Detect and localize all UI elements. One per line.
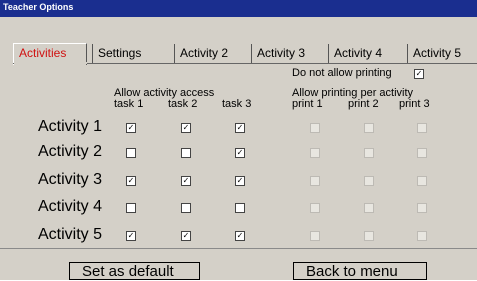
print-checkbox xyxy=(417,176,427,186)
task-checkbox[interactable] xyxy=(126,203,136,213)
task-checkbox[interactable]: ✓ xyxy=(181,123,191,133)
print-checkbox xyxy=(417,148,427,158)
row-label: Activity 3 xyxy=(38,171,103,188)
tab-activity-4[interactable]: Activity 4 xyxy=(328,44,406,64)
tab-activity-2[interactable]: Activity 2 xyxy=(174,44,250,64)
row-label: Activity 4 xyxy=(38,198,103,215)
print-checkbox xyxy=(310,231,320,241)
title-bar: Teacher Options xyxy=(0,0,477,17)
print-checkbox xyxy=(417,123,427,133)
row-label: Activity 2 xyxy=(38,143,103,160)
print-checkbox xyxy=(310,176,320,186)
print-col-1: print 1 xyxy=(292,98,323,110)
task-checkbox[interactable]: ✓ xyxy=(126,176,136,186)
print-col-2: print 2 xyxy=(348,98,379,110)
task-checkbox[interactable]: ✓ xyxy=(126,123,136,133)
print-checkbox xyxy=(364,148,374,158)
task-checkbox[interactable]: ✓ xyxy=(181,231,191,241)
tab-activity-5[interactable]: Activity 5 xyxy=(407,44,477,64)
print-checkbox xyxy=(310,123,320,133)
print-checkbox xyxy=(310,203,320,213)
task-checkbox[interactable]: ✓ xyxy=(235,176,245,186)
task-checkbox[interactable] xyxy=(235,203,245,213)
print-checkbox xyxy=(364,203,374,213)
footer-divider xyxy=(0,248,477,249)
set-as-default-button[interactable]: Set as default xyxy=(69,262,200,280)
print-checkbox xyxy=(364,123,374,133)
task-checkbox[interactable]: ✓ xyxy=(181,176,191,186)
task-checkbox[interactable] xyxy=(181,203,191,213)
task-checkbox[interactable] xyxy=(126,148,136,158)
set-as-default-label: Set as default xyxy=(82,263,174,280)
task-checkbox[interactable]: ✓ xyxy=(235,123,245,133)
back-to-menu-button[interactable]: Back to menu xyxy=(293,262,427,280)
task-checkbox[interactable]: ✓ xyxy=(235,231,245,241)
access-col-task2: task 2 xyxy=(168,98,198,110)
print-checkbox xyxy=(310,148,320,158)
print-checkbox xyxy=(364,231,374,241)
tab-activity-3[interactable]: Activity 3 xyxy=(251,44,327,64)
window-title: Teacher Options xyxy=(3,2,74,12)
task-checkbox[interactable] xyxy=(181,148,191,158)
no-print-checkbox[interactable]: ✓ xyxy=(414,69,424,79)
access-col-task1: task 1 xyxy=(114,98,144,110)
row-label: Activity 1 xyxy=(38,118,103,135)
row-label: Activity 5 xyxy=(38,226,103,243)
task-checkbox[interactable]: ✓ xyxy=(126,231,136,241)
print-checkbox xyxy=(417,231,427,241)
tab-settings[interactable]: Settings xyxy=(92,44,166,64)
access-col-task3: task 3 xyxy=(222,98,252,110)
print-col-3: print 3 xyxy=(399,98,430,110)
print-checkbox xyxy=(364,176,374,186)
print-checkbox xyxy=(417,203,427,213)
task-checkbox[interactable]: ✓ xyxy=(235,148,245,158)
no-print-label: Do not allow printing xyxy=(292,67,392,79)
back-to-menu-label: Back to menu xyxy=(306,263,398,280)
